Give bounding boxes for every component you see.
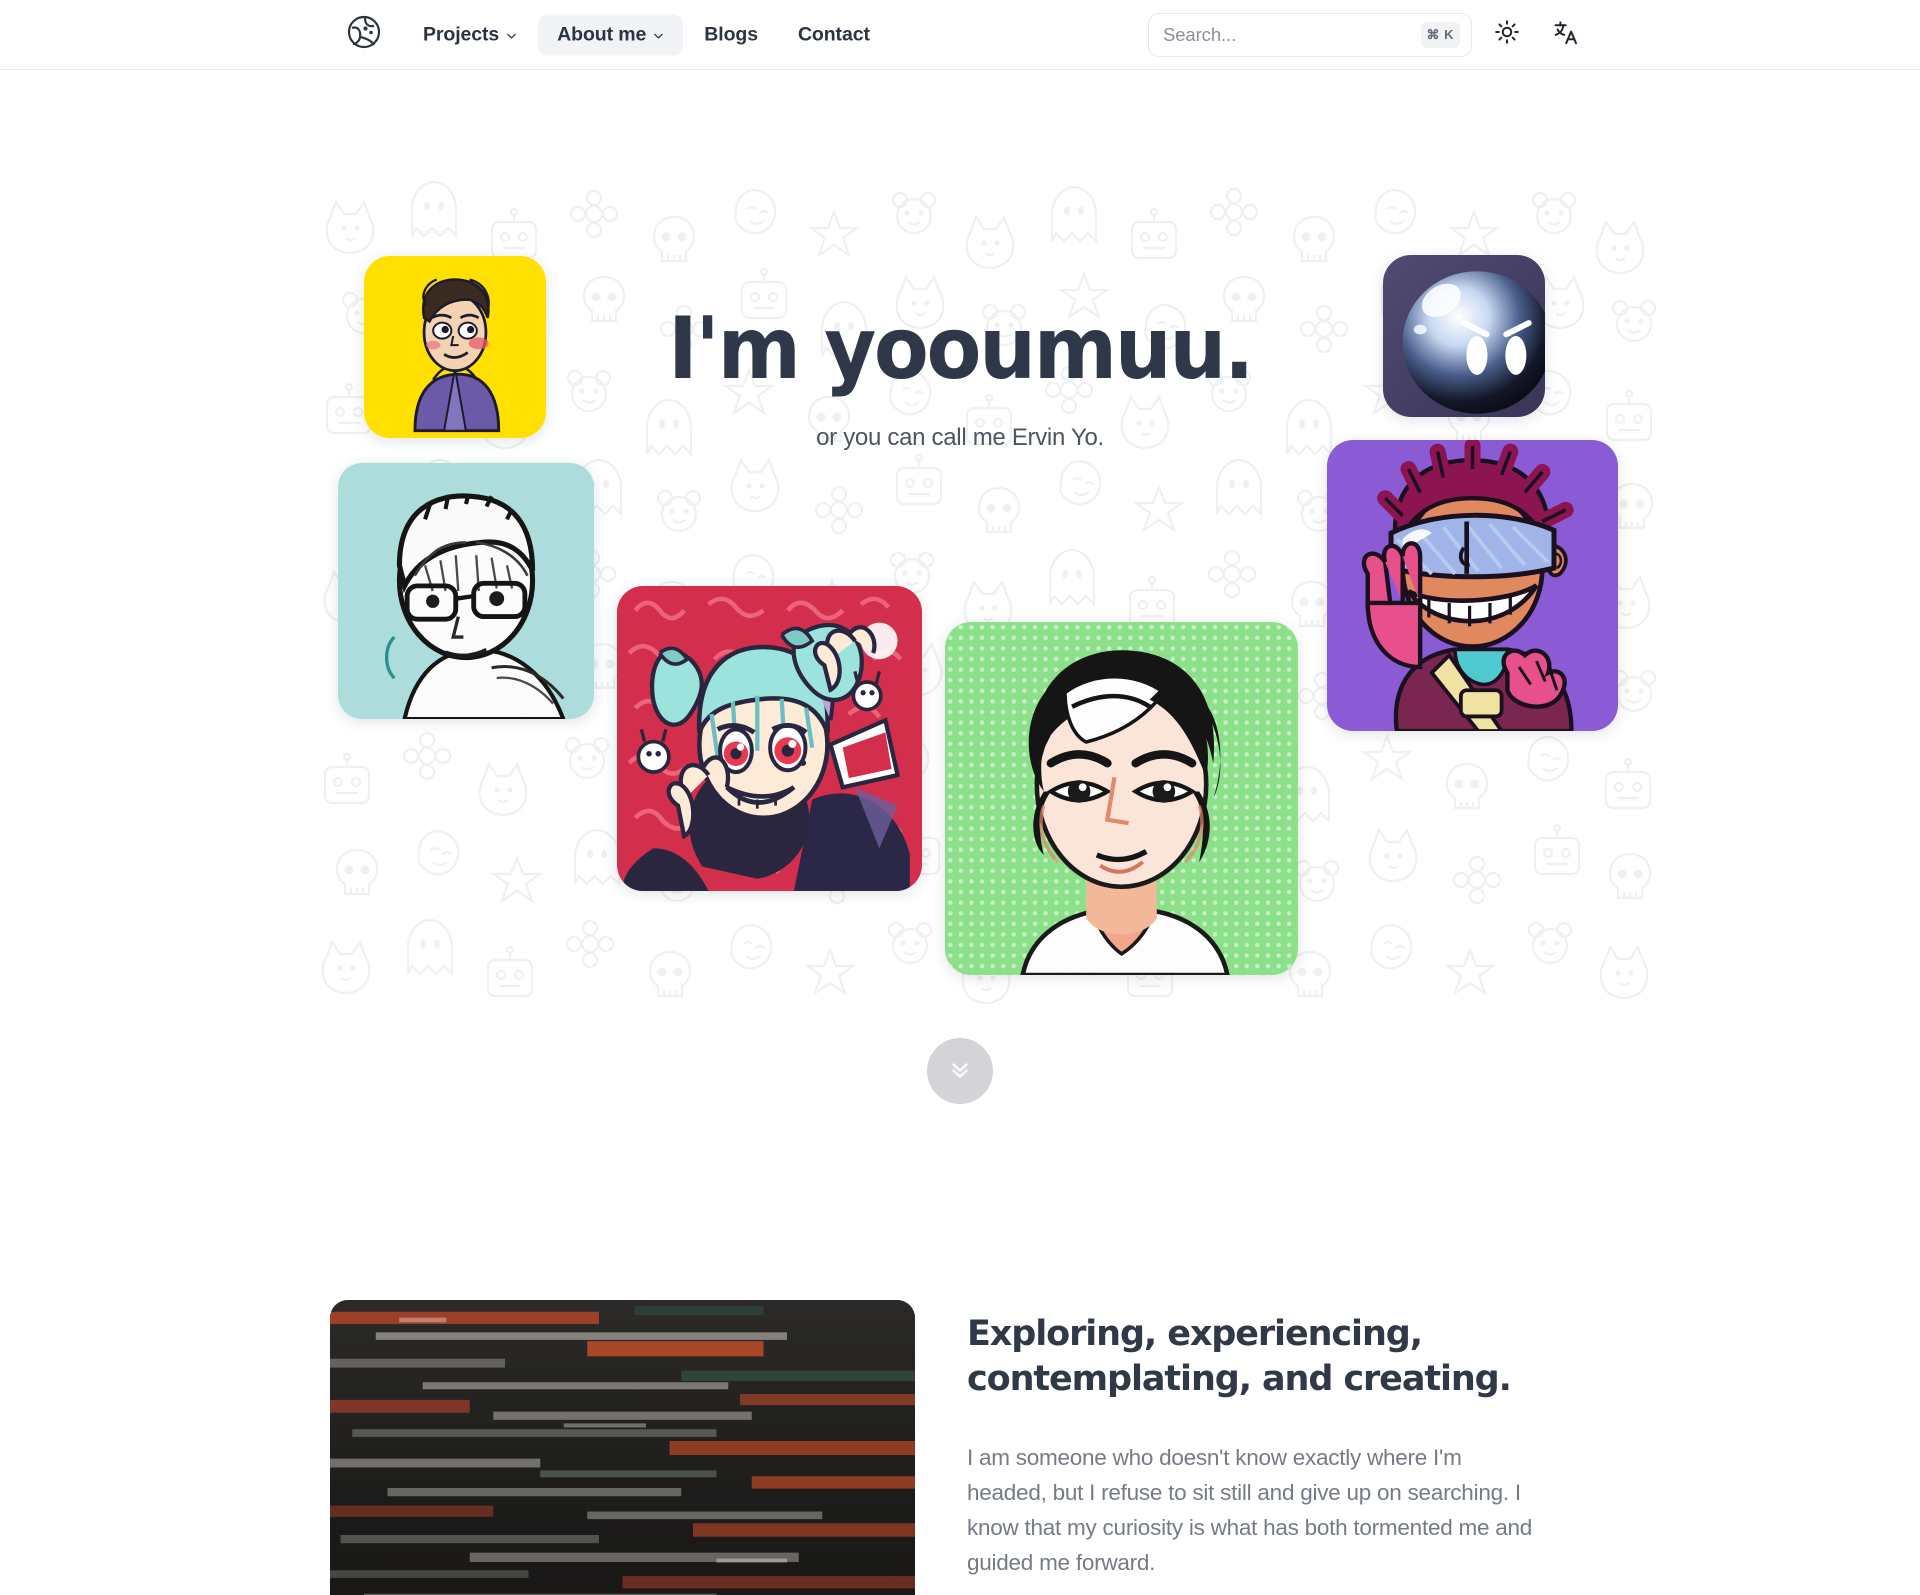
brand-logo[interactable] bbox=[344, 15, 384, 55]
double-chevron-down-icon bbox=[947, 1056, 973, 1087]
sun-icon bbox=[1494, 19, 1520, 50]
avatar-card-red-anime-peace-girl[interactable] bbox=[617, 586, 922, 891]
hero-title-block: I'm yooumuu. or you can call me Ervin Yo… bbox=[0, 306, 1920, 452]
search-shortcut-badge: ⌘ K bbox=[1420, 21, 1460, 48]
avatar-card-dark-blob-creature[interactable] bbox=[1383, 255, 1545, 417]
site-header: Projects About me Blogs Contact Search..… bbox=[0, 0, 1920, 70]
translate-icon bbox=[1552, 19, 1579, 51]
nav-item-blogs-label: Blogs bbox=[704, 23, 758, 45]
avatar-card-purple-goggles-grin[interactable] bbox=[1327, 440, 1618, 731]
chevron-down-icon bbox=[506, 30, 517, 41]
hero-title: I'm yooumuu. bbox=[667, 299, 1254, 399]
nav-item-blogs[interactable]: Blogs bbox=[685, 14, 777, 55]
nav-item-contact[interactable]: Contact bbox=[779, 14, 889, 55]
theme-toggle-button[interactable] bbox=[1484, 12, 1530, 58]
about-paragraph-1: I am someone who doesn't know exactly wh… bbox=[967, 1444, 1533, 1575]
about-inner: Exploring, experiencing, contemplating, … bbox=[330, 1300, 1590, 1595]
search-box[interactable]: ⌘ K bbox=[1148, 12, 1472, 57]
about-photo bbox=[330, 1300, 915, 1595]
avatar-card-yellow-hoodie-boy[interactable] bbox=[364, 256, 546, 438]
about-text-block: Exploring, experiencing, contemplating, … bbox=[967, 1300, 1537, 1595]
avatar-card-green-manga-portrait[interactable] bbox=[945, 622, 1298, 975]
about-heading: Exploring, experiencing, contemplating, … bbox=[967, 1314, 1512, 1399]
nav-item-contact-label: Contact bbox=[797, 23, 870, 45]
avatar-card-teal-sketch-glasses[interactable] bbox=[338, 463, 594, 719]
nav-item-projects[interactable]: Projects bbox=[404, 14, 536, 55]
main-navigation: Projects About me Blogs Contact bbox=[404, 14, 889, 55]
about-section: Exploring, experiencing, contemplating, … bbox=[0, 1150, 1920, 1595]
nav-item-projects-label: Projects bbox=[423, 23, 500, 45]
nav-item-about-me[interactable]: About me bbox=[538, 14, 684, 55]
nav-item-about-me-label: About me bbox=[557, 23, 647, 45]
chevron-down-icon bbox=[653, 30, 664, 41]
header-right-tools: ⌘ K bbox=[1148, 12, 1588, 58]
language-toggle-button[interactable] bbox=[1542, 12, 1588, 58]
doodle-circle-logo-icon bbox=[347, 15, 381, 54]
scroll-down-button[interactable] bbox=[927, 1038, 993, 1104]
hero-subtitle: or you can call me Ervin Yo. bbox=[816, 424, 1104, 451]
hero-section: I'm yooumuu. or you can call me Ervin Yo… bbox=[0, 70, 1920, 1150]
search-input[interactable] bbox=[1163, 13, 1393, 56]
header-inner: Projects About me Blogs Contact Search..… bbox=[0, 0, 1920, 69]
